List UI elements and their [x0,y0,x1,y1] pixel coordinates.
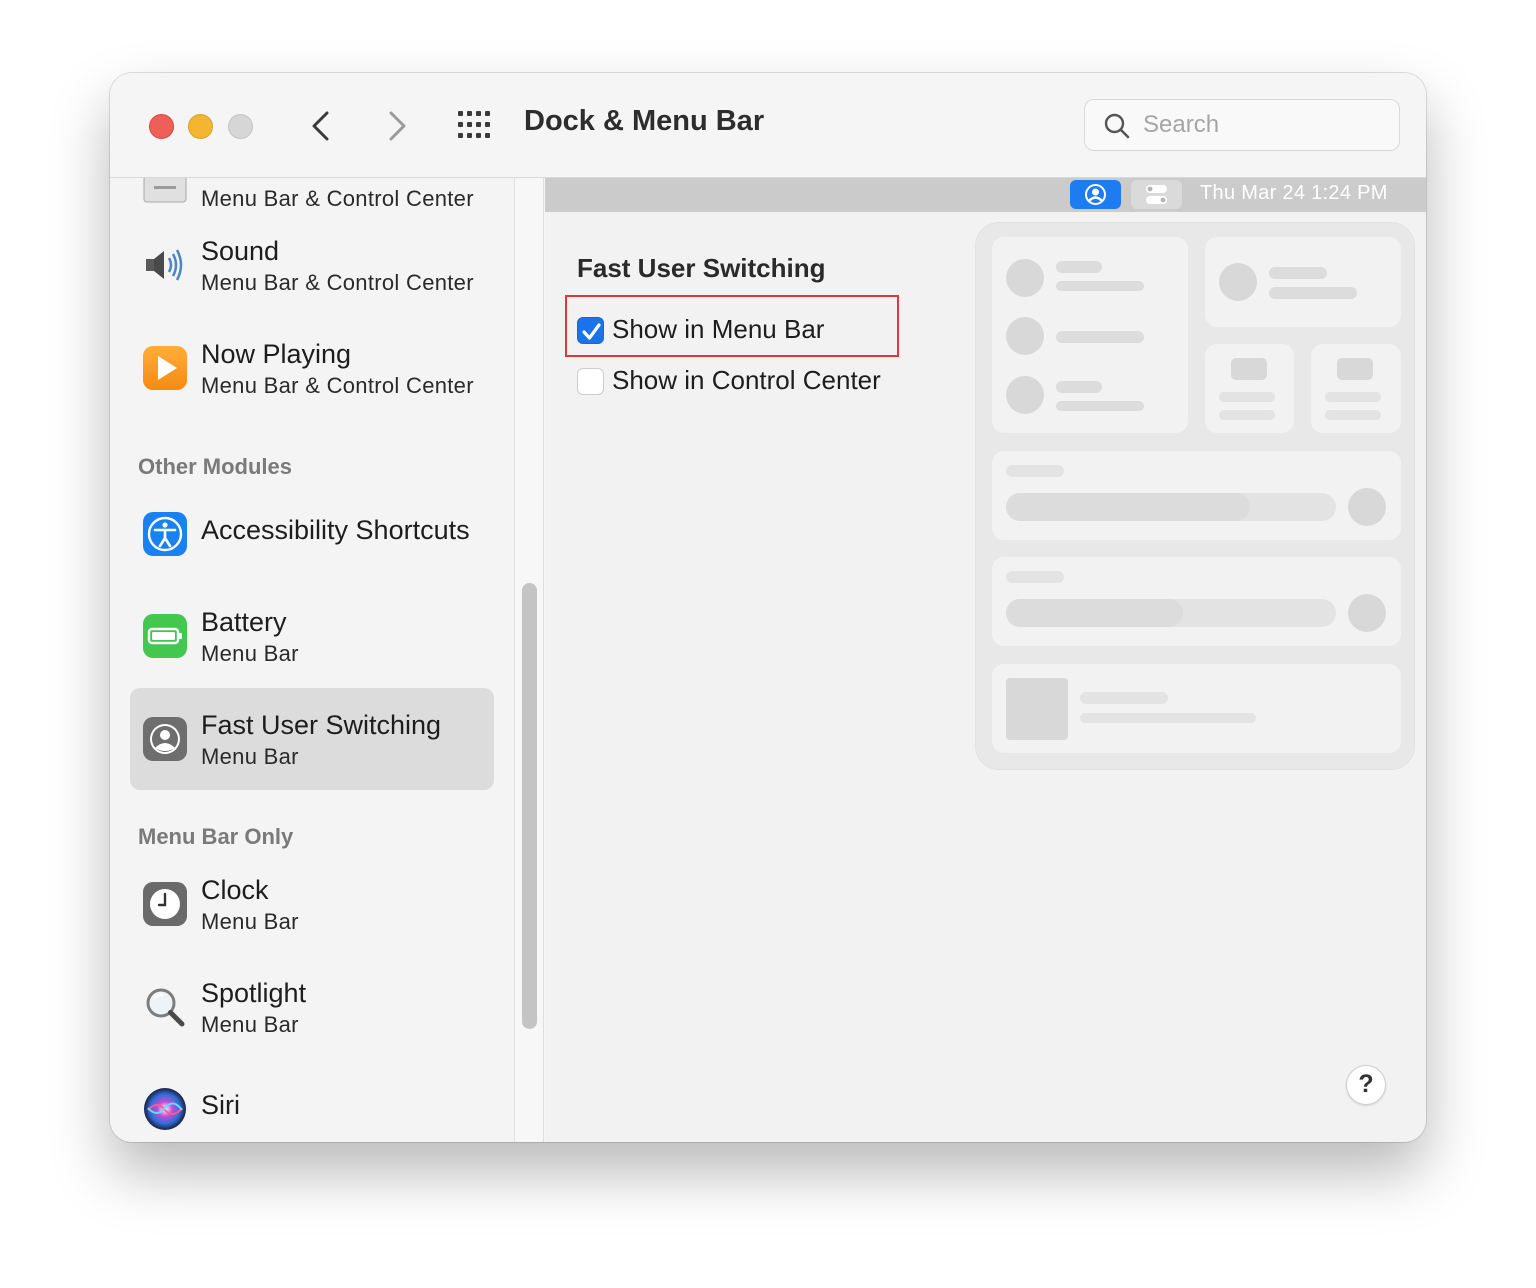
forward-button[interactable] [376,106,416,146]
sidebar-item-sub: Menu Bar [201,641,299,666]
grid-icon [458,111,490,138]
show-all-button[interactable] [456,109,496,141]
preview-card [992,557,1401,646]
sidebar-item-sub: Menu Bar [201,909,299,934]
system-preferences-window: Dock & Menu Bar Menu Bar & Control Cente… [110,73,1426,1142]
sidebar-item-accessibility-shortcuts[interactable]: Accessibility Shortcuts [130,483,494,585]
chevron-left-icon [312,111,329,141]
content-pane: Thu Mar 24 1:24 PM Fast User Switching S… [545,178,1426,1142]
sidebar-item-now-playing[interactable]: Now Playing Menu Bar & Control Center [130,317,494,419]
menu-bar-clock: Thu Mar 24 1:24 PM [1200,182,1388,204]
section-label-other-modules: Other Modules [138,454,293,479]
sidebar-item-title: Clock [201,875,269,905]
sidebar-item-sub: Menu Bar [201,1012,299,1037]
sidebar-item-title: Siri [201,1090,240,1120]
play-icon [142,345,188,391]
sidebar-scrollbar-thumb[interactable] [522,583,537,1029]
sidebar-item-title: Spotlight [201,978,307,1008]
menu-bar-preview: Thu Mar 24 1:24 PM [545,178,1426,212]
clock-icon [142,881,188,927]
siri-icon [142,1086,188,1132]
section-label-menu-bar-only: Menu Bar Only [138,824,294,849]
sidebar-item-sub: Menu Bar & Control Center [201,373,474,398]
sidebar-item-siri[interactable]: Siri [130,1058,494,1142]
speaker-icon [142,242,188,288]
help-button[interactable]: ? [1346,1065,1386,1105]
preview-card [1205,237,1401,327]
search-icon [1104,113,1130,139]
chevron-right-icon [389,111,406,141]
close-window-button[interactable] [149,114,174,139]
sidebar-item-sub: Menu Bar & Control Center [201,186,474,211]
sidebar-item-spotlight[interactable]: Spotlight Menu Bar [130,956,494,1058]
preview-card [992,237,1188,433]
minimize-window-button[interactable] [188,114,213,139]
sidebar-item-title: Fast User Switching [201,710,442,740]
menu-bar-icon [142,178,188,204]
checkbox-label[interactable]: Show in Menu Bar [612,314,824,345]
user-icon [142,716,188,762]
title-bar: Dock & Menu Bar [110,73,1426,178]
sidebar-item-sound[interactable]: Sound Menu Bar & Control Center [130,214,494,316]
sidebar-item-sub: Menu Bar [201,744,299,769]
preview-card [1311,344,1401,433]
sidebar-item-title: Battery [201,607,287,637]
control-center-icon [1131,180,1182,209]
checkbox-label[interactable]: Show in Control Center [612,365,881,396]
checkbox-unchecked[interactable] [577,368,604,395]
accessibility-icon [142,511,188,557]
search-input[interactable] [1143,108,1383,142]
sidebar-item-clock[interactable]: Clock Menu Bar [130,853,494,955]
sidebar: Menu Bar & Control Center Sound Menu Bar… [110,178,514,1142]
pane-heading: Fast User Switching [577,253,826,283]
spotlight-icon [142,984,188,1030]
window-title: Dock & Menu Bar [524,105,765,137]
sidebar-item-battery[interactable]: Battery Menu Bar [130,585,494,687]
checkmark-icon [582,323,601,340]
preview-card [992,451,1401,540]
sidebar-item-fast-user-switching[interactable]: Fast User Switching Menu Bar [130,688,494,790]
control-center-preview [975,222,1415,770]
battery-icon [142,613,188,659]
sidebar-item-title: Now Playing [201,339,352,369]
sidebar-item-sub: Menu Bar & Control Center [201,270,474,295]
preview-card [1205,344,1294,433]
sidebar-item-title: Accessibility Shortcuts [201,515,470,545]
preview-card [992,664,1401,753]
menu-bar-user-icon [1070,180,1121,209]
sidebar-item-title: Sound [201,236,280,266]
zoom-window-button[interactable] [228,114,253,139]
back-button[interactable] [302,106,342,146]
checkbox-checked[interactable] [577,317,604,344]
search-field[interactable] [1084,99,1400,151]
